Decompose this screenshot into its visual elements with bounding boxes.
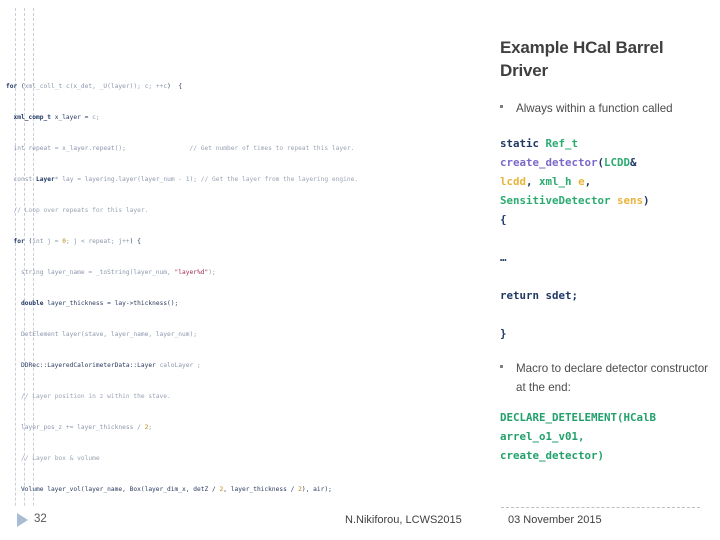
- square-bullet-icon: [500, 359, 510, 368]
- page-number: 32: [34, 513, 47, 525]
- code-line: layer_pos_z += layer_thickness / 2;: [20, 424, 153, 432]
- footer-author: N.Nikiforou, LCWS2015: [345, 514, 462, 526]
- code-line: Volume layer_vol(layer_name, Box(layer_d…: [6, 486, 332, 494]
- code-line: string layer_name = _toString(layer_num,…: [20, 269, 216, 277]
- footer-date: 03 November 2015: [508, 514, 602, 526]
- code-line: DetElement layer(stave, layer_name, laye…: [20, 331, 198, 339]
- code-screenshot-panel: for (xml_coll_t c(x_det, _U(layer)); c; …: [0, 8, 492, 506]
- code-snippet-create-detector: static Ref_t create_detector(LCDD& lcdd,…: [500, 137, 650, 340]
- slide-content-column: Example HCal Barrel Driver Always within…: [500, 0, 714, 500]
- code-line: const Layer* lay = layering.layer(layer_…: [13, 176, 359, 184]
- code-line: // Loop over repeats for this layer.: [13, 207, 149, 215]
- bullet-text: Always within a function called: [516, 102, 673, 115]
- code-line: int repeat = x_layer.repeat(); // Get nu…: [13, 145, 355, 153]
- code-line: // Layer box & volume: [20, 455, 100, 463]
- code-line: for (xml_coll_t c(x_det, _U(layer)); c; …: [6, 83, 183, 91]
- code-listing: for (xml_coll_t c(x_det, _U(layer)); c; …: [0, 8, 492, 506]
- slide-footer: 32 N.Nikiforou, LCWS2015 03 November 201…: [0, 505, 720, 540]
- footer-divider: [501, 507, 700, 508]
- code-line: // Layer position in z within the stave.: [20, 393, 171, 401]
- code-snippet-declare-macro: DECLARE_DETELEMENT(HCalB arrel_o1_v01, c…: [500, 411, 657, 462]
- code-line: xml_comp_t x_layer = c;: [13, 114, 100, 122]
- code-line: for (int j = 0; j < repeat; j++) {: [13, 238, 141, 246]
- square-bullet-icon: [500, 99, 510, 108]
- code-line: DDRec::LayeredCalorimeterData::Layer cal…: [6, 362, 201, 370]
- play-triangle-icon: [17, 513, 28, 527]
- code-line: double layer_thickness = lay->thickness(…: [20, 300, 179, 308]
- bullet-text: Macro to declare detector constructor at…: [516, 362, 709, 394]
- bullet-item-function: Always within a function called: [500, 99, 714, 118]
- bullet-item-macro: Macro to declare detector constructor at…: [500, 359, 714, 397]
- page-title: Example HCal Barrel Driver: [500, 38, 664, 80]
